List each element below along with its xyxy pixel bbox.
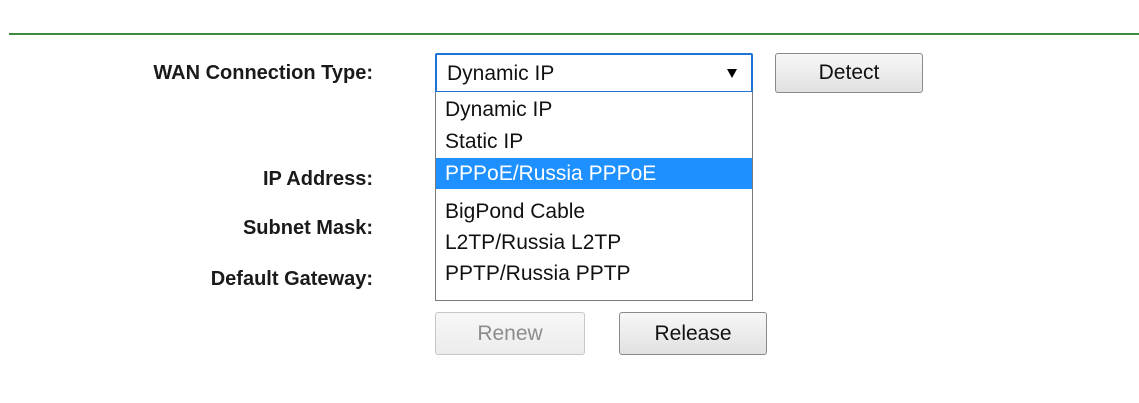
wan-connection-type-select[interactable]: Dynamic IP bbox=[435, 53, 753, 93]
release-button[interactable]: Release bbox=[619, 312, 767, 355]
detect-button[interactable]: Detect bbox=[775, 53, 923, 93]
header-divider bbox=[9, 33, 1139, 35]
option-static-ip[interactable]: Static IP bbox=[436, 126, 752, 157]
wan-connection-type-dropdown: Dynamic IP Static IP PPPoE/Russia PPPoE … bbox=[435, 92, 753, 301]
subnet-mask-label: Subnet Mask: bbox=[242, 217, 373, 239]
option-pptp[interactable]: PPTP/Russia PPTP bbox=[436, 258, 752, 289]
chevron-down-icon bbox=[727, 69, 737, 78]
option-l2tp[interactable]: L2TP/Russia L2TP bbox=[436, 227, 752, 258]
option-bigpond-cable[interactable]: BigPond Cable bbox=[436, 196, 752, 227]
select-current-value: Dynamic IP bbox=[447, 62, 555, 85]
option-pppoe[interactable]: PPPoE/Russia PPPoE bbox=[436, 158, 752, 189]
wan-connection-type-label: WAN Connection Type: bbox=[153, 62, 373, 84]
renew-button[interactable]: Renew bbox=[435, 312, 585, 355]
option-dynamic-ip[interactable]: Dynamic IP bbox=[436, 94, 752, 125]
ip-address-label: IP Address: bbox=[262, 168, 373, 190]
default-gateway-label: Default Gateway: bbox=[210, 268, 373, 290]
